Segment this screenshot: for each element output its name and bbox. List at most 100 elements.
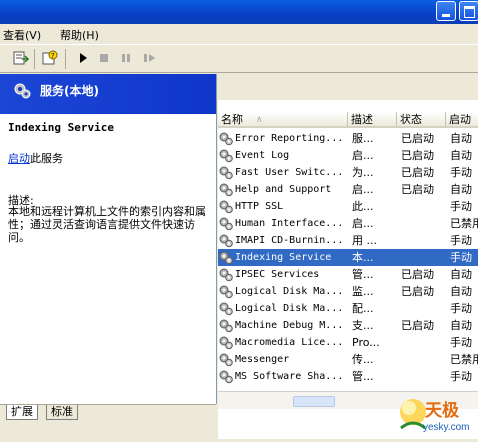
service-startup-type: 已禁用 — [450, 217, 478, 230]
service-description: 启... — [352, 217, 374, 230]
column-header-status[interactable]: 状态 — [397, 112, 446, 128]
service-name: Messenger — [235, 354, 290, 365]
minimize-icon — [442, 14, 450, 17]
service-gear-icon — [218, 182, 234, 197]
service-description: Pro... — [352, 336, 380, 349]
service-row[interactable]: IPSEC Services 管... 已启动 自动 — [218, 266, 478, 283]
service-status — [401, 215, 445, 232]
menu-help[interactable]: 帮助(H) — [60, 27, 99, 43]
column-header-startup[interactable]: 启动 — [446, 112, 478, 128]
watermark-site: yesky.com — [423, 422, 470, 433]
service-row[interactable]: HTTP SSL 此... 手动 — [218, 198, 478, 215]
panel-title: 服务(本地) — [40, 84, 99, 98]
view-tabs: 扩展 标准 — [0, 404, 216, 440]
service-status: 已启动 — [401, 132, 434, 145]
service-row[interactable]: Macromedia Lice... Pro... 手动 — [218, 334, 478, 351]
service-gear-icon — [218, 148, 234, 163]
service-status: 已启动 — [401, 166, 434, 179]
service-gear-icon — [218, 165, 234, 180]
service-row[interactable]: Help and Support 启... 已启动 自动 — [218, 181, 478, 198]
service-gear-icon — [218, 352, 234, 367]
watermark-brand: 天极 — [425, 401, 459, 421]
sort-ascending-icon: ∧ — [256, 115, 263, 125]
service-description: 配... — [352, 302, 374, 315]
service-startup-type: 自动 — [450, 285, 472, 298]
service-gear-icon — [218, 216, 234, 231]
service-name: HTTP SSL — [235, 201, 284, 212]
service-status: 已启动 — [401, 183, 434, 196]
service-name: IPSEC Services — [235, 269, 320, 280]
service-status: 已启动 — [401, 319, 434, 332]
maximize-icon — [464, 6, 475, 18]
service-row[interactable]: Event Log 启... 已启动 自动 — [218, 147, 478, 164]
service-gear-icon — [218, 284, 234, 299]
description-text: 本地和远程计算机上文件的索引内容和属性；通过灵活查询语言提供文件快速访问。 — [8, 205, 206, 244]
start-service-link[interactable]: 启动 — [8, 152, 30, 165]
service-description: 管... — [352, 370, 374, 383]
service-row[interactable]: Human Interface... 启... 已禁用 — [218, 215, 478, 232]
service-description: 用 ... — [352, 234, 377, 247]
maximize-button[interactable] — [459, 1, 478, 21]
tab-extended[interactable]: 扩展 — [6, 405, 38, 420]
service-description: 本... — [352, 251, 374, 264]
service-gear-icon — [218, 233, 234, 248]
toolbar-separator — [65, 49, 66, 69]
service-description: 启... — [352, 149, 374, 162]
service-startup-type: 手动 — [450, 234, 472, 247]
service-startup-type: 自动 — [450, 132, 472, 145]
service-gear-icon — [218, 267, 234, 282]
service-name: Fast User Switc... — [235, 167, 344, 178]
service-row[interactable]: Indexing Service 本... 手动 — [218, 249, 478, 266]
service-row[interactable]: Machine Debug M... 支... 已启动 自动 — [218, 317, 478, 334]
list-top-strip — [218, 74, 478, 100]
service-name: Logical Disk Ma... — [235, 303, 344, 314]
service-description: 启... — [352, 183, 374, 196]
service-startup-type: 已禁用 — [450, 353, 478, 366]
svg-text:?: ? — [51, 52, 55, 60]
service-status: 已启动 — [401, 268, 434, 281]
service-gear-icon — [218, 199, 234, 214]
service-startup-type: 自动 — [450, 183, 472, 196]
scroll-thumb[interactable] — [293, 396, 335, 407]
service-gear-icon — [218, 301, 234, 316]
service-description: 为... — [352, 166, 374, 179]
service-name: Human Interface... — [235, 218, 344, 229]
service-row[interactable]: Fast User Switc... 为... 已启动 手动 — [218, 164, 478, 181]
service-description: 监... — [352, 285, 374, 298]
toolbar-separator — [34, 49, 35, 69]
stop-service-icon[interactable] — [96, 50, 112, 66]
selected-service-name: Indexing Service — [8, 121, 114, 134]
minimize-button[interactable] — [436, 1, 456, 21]
tab-standard[interactable]: 标准 — [46, 405, 78, 420]
service-startup-type: 手动 — [450, 200, 472, 213]
service-name: Logical Disk Ma... — [235, 286, 344, 297]
pause-service-icon[interactable] — [118, 50, 134, 66]
service-startup-type: 自动 — [450, 149, 472, 162]
export-list-icon[interactable] — [13, 50, 29, 66]
start-service-icon[interactable] — [75, 50, 91, 66]
services-gear-icon — [14, 83, 31, 99]
service-startup-type: 手动 — [450, 251, 472, 264]
restart-service-icon[interactable] — [142, 50, 158, 66]
column-name-label: 名称 — [221, 113, 243, 126]
service-startup-type: 自动 — [450, 319, 472, 332]
service-gear-icon — [218, 131, 234, 146]
column-header-description[interactable]: 描述 — [348, 112, 397, 128]
service-startup-type: 手动 — [450, 336, 472, 349]
panel-header: 服务(本地) — [0, 74, 216, 114]
service-startup-type: 手动 — [450, 302, 472, 315]
service-name: Help and Support — [235, 184, 332, 195]
toolbar: ? — [0, 46, 478, 73]
help-icon[interactable]: ? — [42, 50, 58, 66]
service-row[interactable]: Messenger 传... 已禁用 — [218, 351, 478, 368]
menu-view[interactable]: 查看(V) — [3, 27, 41, 43]
service-row[interactable]: Logical Disk Ma... 配... 手动 — [218, 300, 478, 317]
service-row[interactable]: IMAPI CD-Burnin... 用 ... 手动 — [218, 232, 478, 249]
service-row[interactable]: Error Reporting... 服... 已启动 自动 — [218, 130, 478, 147]
service-row[interactable]: Logical Disk Ma... 监... 已启动 自动 — [218, 283, 478, 300]
service-row[interactable]: MS Software Sha... 管... 手动 — [218, 368, 478, 385]
column-header-name[interactable]: 名称 ∧ — [218, 112, 348, 128]
description-panel: 服务(本地) Indexing Service 启动此服务 描述: 本地和远程计… — [0, 74, 217, 404]
service-startup-type: 自动 — [450, 268, 472, 281]
service-name: MS Software Sha... — [235, 371, 344, 382]
